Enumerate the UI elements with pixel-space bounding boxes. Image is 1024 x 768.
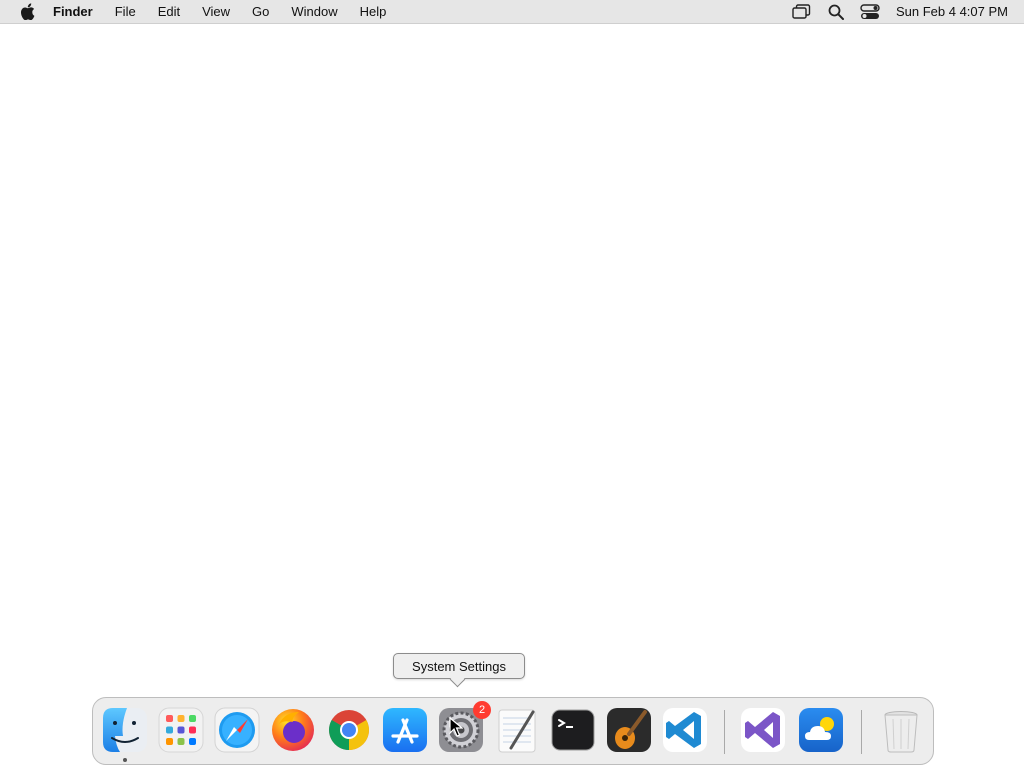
menu-finder[interactable]: Finder [53,0,104,23]
dock-item-launchpad[interactable] [157,706,205,754]
running-indicator [123,758,127,762]
dock-item-app-store[interactable] [381,706,429,754]
dock-item-garageband[interactable] [605,706,653,754]
menu-window[interactable]: Window [280,0,348,23]
finder-icon [103,708,147,752]
dock-separator [724,710,725,754]
dock-item-chrome[interactable] [325,706,373,754]
menu-bar-clock[interactable]: Sun Feb 4 4:07 PM [896,4,1008,19]
control-center-icon[interactable] [860,3,880,20]
dock-item-terminal[interactable] [549,706,597,754]
dock-item-firefox[interactable] [269,706,317,754]
menu-help[interactable]: Help [349,0,398,23]
apple-menu-icon[interactable] [19,3,35,20]
visual-studio-icon [741,708,785,752]
dock: 2 [92,697,934,765]
mouse-cursor-icon [449,717,463,737]
garageband-icon [607,708,651,752]
dock-item-textedit[interactable] [493,706,541,754]
menu-view[interactable]: View [191,0,241,23]
menu-bar: Finder File Edit View Go Window Help Sun… [0,0,1024,24]
dock-item-trash[interactable] [877,706,925,754]
textedit-icon [498,709,536,753]
dock-item-finder[interactable] [101,706,149,754]
dock-tooltip: System Settings [393,653,525,679]
firefox-icon [272,709,314,751]
dock-item-safari[interactable] [213,706,261,754]
dock-item-visual-studio[interactable] [739,706,787,754]
menu-bar-left: Finder File Edit View Go Window Help [0,0,397,23]
dock-separator [861,710,862,754]
safari-icon [214,707,260,753]
vscode-icon [663,708,707,752]
weather-icon [799,708,843,752]
notification-badge: 2 [473,701,491,719]
menu-bar-right: Sun Feb 4 4:07 PM [778,0,1024,23]
dock-item-vscode[interactable] [661,706,709,754]
dock-item-weather[interactable] [797,706,845,754]
menu-file[interactable]: File [104,0,147,23]
terminal-icon [551,709,595,751]
menu-go[interactable]: Go [241,0,280,23]
launchpad-icon [158,707,204,753]
chrome-icon [329,710,369,750]
app-store-icon [383,708,427,752]
screen-mirroring-icon[interactable] [792,4,812,20]
trash-icon [884,711,918,753]
spotlight-search-icon[interactable] [826,4,846,20]
menu-edit[interactable]: Edit [147,0,191,23]
